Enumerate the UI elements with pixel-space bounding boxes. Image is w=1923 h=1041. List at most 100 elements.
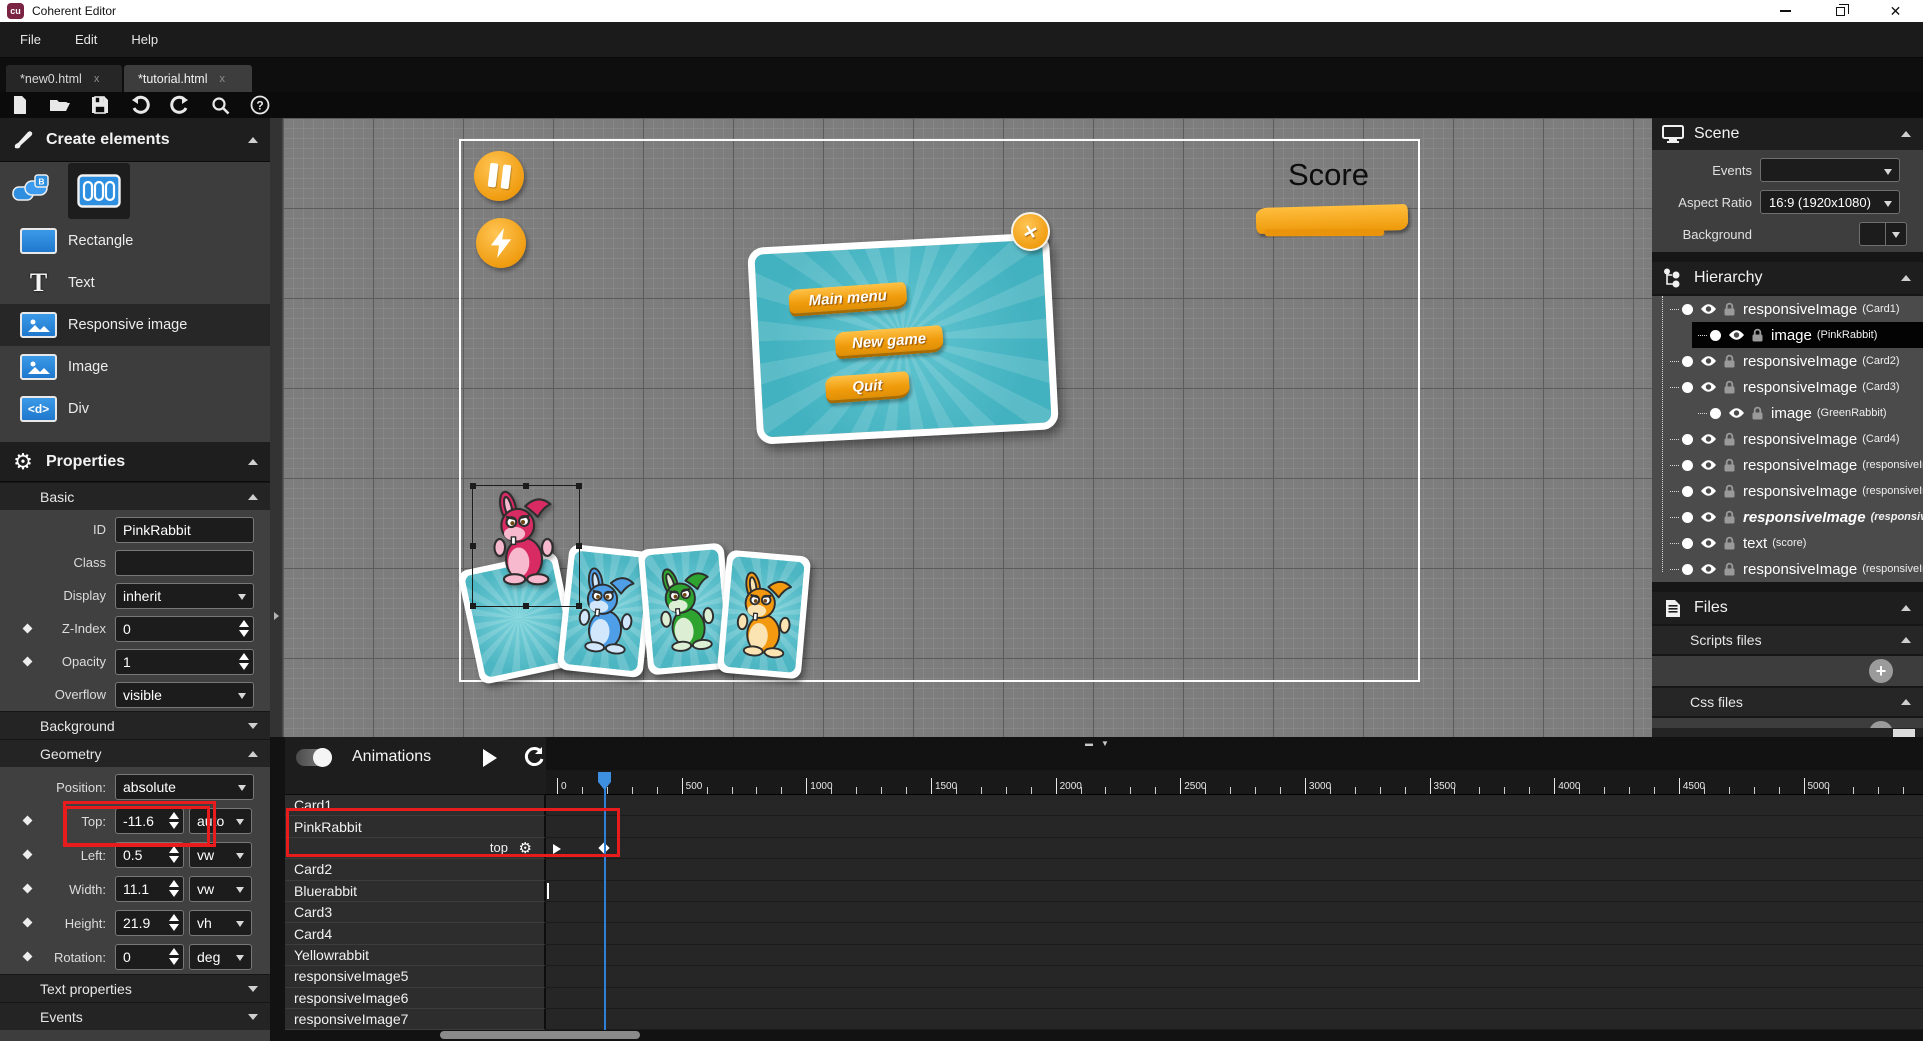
properties-header[interactable]: ⚙ Properties [0,442,270,482]
selection-handle[interactable] [470,603,476,609]
create-item-div[interactable]: <d> Div [0,388,270,430]
lock-icon[interactable] [1724,302,1735,316]
tab-tutorial[interactable]: *tutorial.html x [124,65,252,92]
refresh-button[interactable] [523,746,545,773]
timeline-track-row[interactable]: Card2 ⚙ [285,859,1923,880]
timeline-track-row[interactable]: Card3 ⚙ [285,902,1923,923]
track-lane[interactable] [546,859,1923,880]
lock-icon[interactable] [1724,380,1735,394]
lock-icon[interactable] [1724,536,1735,550]
track-lane[interactable] [546,816,1923,837]
collapse-arrow-icon[interactable] [1901,131,1911,137]
track-name[interactable]: responsiveImage5 ⚙ [285,966,546,987]
close-button[interactable]: ✕ [1868,0,1923,22]
track-name[interactable]: responsiveImage6 ⚙ [285,988,546,1009]
css-files-header[interactable]: Css files [1652,688,1923,716]
collapse-arrow-icon[interactable] [248,494,258,500]
selection-handle[interactable] [576,543,582,549]
text-properties-section-header[interactable]: Text properties [0,974,270,1002]
create-item-image[interactable]: Image [0,346,270,388]
panel-close-button-element[interactable]: × [1011,212,1050,251]
timeline-track-row[interactable]: Bluerabbit ⚙ [285,881,1923,902]
scene-events-select[interactable] [1760,158,1900,182]
display-select[interactable]: inherit [115,583,254,609]
timeline-horizontal-scrollbar[interactable] [440,1031,640,1039]
collapse-arrow-icon[interactable] [248,137,258,143]
eye-icon[interactable] [1700,355,1717,367]
geometry-value-stepper[interactable]: 0.5 [115,842,184,868]
track-lane[interactable] [546,881,1923,902]
stepper-arrows-icon[interactable] [239,620,249,637]
id-input[interactable]: PinkRabbit [115,517,254,543]
add-css-button[interactable]: + [1869,721,1893,728]
track-lane[interactable] [546,923,1923,944]
timeline-track-row[interactable]: Card1 ⚙ [285,795,1923,816]
stepper-arrows-icon[interactable] [169,846,179,863]
eye-icon[interactable] [1700,485,1717,497]
hierarchy-item[interactable]: responsiveImage (Card3) [1652,374,1923,400]
timeline-track-row[interactable]: Card4 ⚙ [285,923,1923,944]
hierarchy-item[interactable]: responsiveImage (responsiveIma [1652,556,1923,582]
keyframe-arrow-icon[interactable] [553,844,561,854]
eye-icon[interactable] [1728,329,1745,341]
selection-handle[interactable] [576,483,582,489]
new-game-button-element[interactable]: New game [834,325,944,359]
track-name[interactable]: Card2 ⚙ [285,859,546,880]
hierarchy-item[interactable]: responsiveImage (Card1) [1652,296,1923,322]
hierarchy-item[interactable]: responsiveImage (responsiveI [1652,504,1923,530]
selection-handle[interactable] [470,543,476,549]
hierarchy-item[interactable]: text (score) [1652,530,1923,556]
menu-file[interactable]: File [6,22,55,57]
hierarchy-item[interactable]: image (GreenRabbit) [1652,400,1923,426]
collapse-arrow-icon[interactable] [1901,699,1911,705]
menu-panel-element[interactable]: Main menu New game Quit [747,232,1059,445]
track-lane[interactable] [546,795,1923,816]
geometry-value-stepper[interactable]: 21.9 [115,910,184,936]
timeline-track-row[interactable]: Yellowrabbit ⚙ [285,945,1923,966]
play-button[interactable] [483,749,497,767]
lock-icon[interactable] [1724,484,1735,498]
eye-icon[interactable] [1700,563,1717,575]
lock-icon[interactable] [1752,328,1763,342]
tab-new0[interactable]: *new0.html x [6,65,122,92]
tab-close-icon[interactable]: x [219,73,225,85]
stepper-arrows-icon[interactable] [169,914,179,931]
quit-button-element[interactable]: Quit [825,371,911,404]
events-section-header[interactable]: Events [0,1002,270,1030]
timeline-track-row[interactable]: top ⚙ [285,838,1923,859]
geometry-unit-select[interactable]: vh [189,910,252,936]
opacity-stepper[interactable]: 1 [115,649,254,675]
scene-panel-header[interactable]: Scene [1652,118,1923,150]
yellowrabbit-image[interactable] [727,568,800,661]
hierarchy-item[interactable]: responsiveImage (Card4) [1652,426,1923,452]
timeline-ruler[interactable]: 0500100015002000250030003500400045005000 [546,770,1923,795]
create-item-responsive-image[interactable]: Responsive image [0,304,270,346]
undo-button[interactable] [120,92,160,118]
lock-icon[interactable] [1724,562,1735,576]
position-select[interactable]: absolute [115,774,254,800]
collapse-arrow-icon[interactable] [1901,275,1911,281]
track-name[interactable]: top ⚙ [285,838,546,859]
lock-icon[interactable] [1724,510,1735,524]
class-input[interactable] [115,550,254,576]
track-lane[interactable] [546,988,1923,1009]
widgets-tool-button[interactable] [68,163,130,219]
selection-handle[interactable] [523,483,529,489]
gear-icon[interactable]: ⚙ [519,839,532,857]
card4-element[interactable] [717,550,811,680]
track-lane[interactable] [546,838,1923,859]
visibility-dot-icon[interactable] [1682,512,1693,523]
geometry-value-stepper[interactable]: 11.1 [115,876,184,902]
open-file-button[interactable] [40,92,80,118]
help-button[interactable]: ? [240,92,280,118]
selection-handle[interactable] [470,483,476,489]
stepper-arrows-icon[interactable] [239,653,249,670]
create-item-rectangle[interactable]: Rectangle [0,220,270,262]
eye-icon[interactable] [1700,303,1717,315]
tab-close-icon[interactable]: x [94,73,100,85]
visibility-dot-icon[interactable] [1710,330,1721,341]
selection-box[interactable] [472,485,580,607]
visibility-dot-icon[interactable] [1682,304,1693,315]
collapse-arrow-icon[interactable] [248,459,258,465]
lock-icon[interactable] [1724,354,1735,368]
